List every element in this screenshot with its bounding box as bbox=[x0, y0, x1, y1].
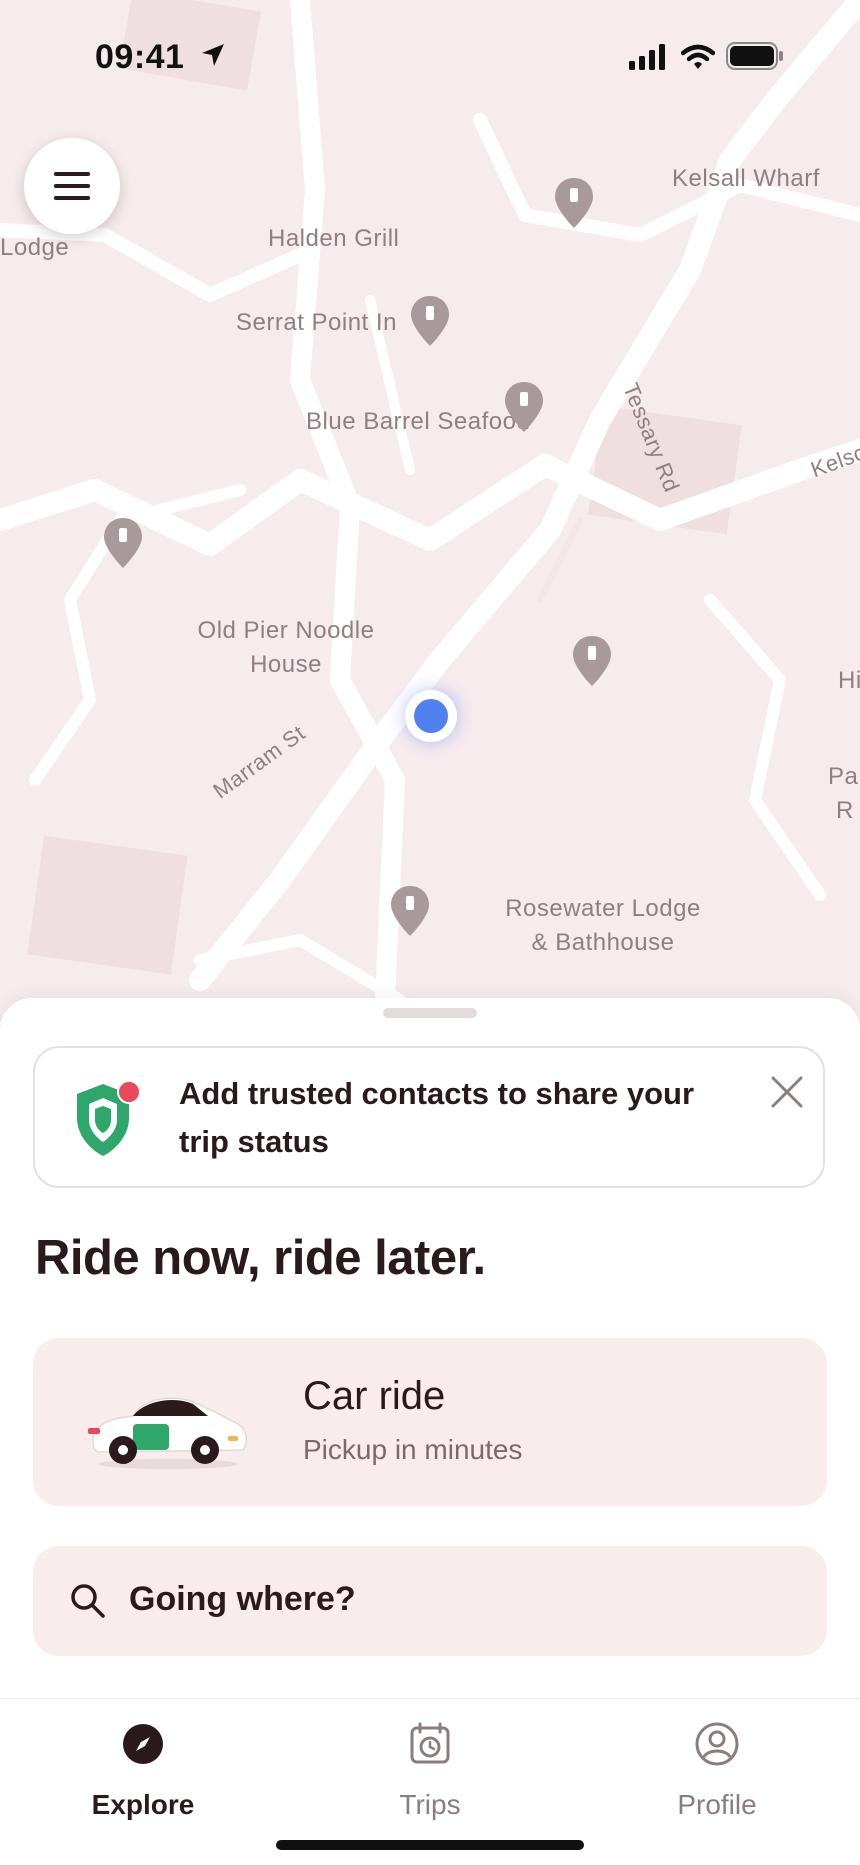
destination-search[interactable]: Going where? bbox=[33, 1546, 827, 1656]
car-ride-option[interactable]: Car ride Pickup in minutes bbox=[33, 1338, 827, 1506]
map-label-old-pier-line1: Old Pier Noodle bbox=[197, 617, 375, 644]
map-pin-icon[interactable] bbox=[389, 884, 431, 938]
wifi-icon bbox=[681, 44, 715, 69]
home-indicator bbox=[276, 1840, 584, 1850]
map-pin-icon[interactable] bbox=[571, 634, 613, 688]
search-label: Going where? bbox=[129, 1580, 356, 1618]
location-arrow-icon bbox=[202, 44, 224, 66]
trusted-contacts-banner[interactable]: Add trusted contacts to share your trip … bbox=[33, 1046, 825, 1188]
battery-icon bbox=[726, 42, 783, 70]
sheet-drag-handle[interactable] bbox=[383, 1008, 477, 1018]
map-pin-icon[interactable] bbox=[553, 176, 595, 230]
compass-icon bbox=[123, 1724, 163, 1764]
car-ride-title: Car ride bbox=[303, 1374, 446, 1418]
status-time: 09:41 bbox=[95, 38, 185, 76]
car-icon bbox=[88, 1397, 248, 1469]
tab-explore[interactable]: Explore bbox=[0, 1699, 286, 1829]
map-pin-icon[interactable] bbox=[102, 516, 144, 570]
status-bar: 09:41 bbox=[0, 0, 860, 110]
map[interactable]: Kelsall Wharf Lodge Halden Grill Serrat … bbox=[0, 0, 860, 1020]
map-label-lodge: Lodge bbox=[0, 234, 70, 261]
tab-profile-label: Profile bbox=[677, 1789, 757, 1820]
headline: Ride now, ride later. bbox=[35, 1231, 486, 1285]
tab-profile[interactable]: Profile bbox=[574, 1699, 860, 1829]
bottom-sheet: Add trusted contacts to share your trip … bbox=[0, 998, 860, 1698]
map-roads bbox=[0, 0, 860, 1010]
shield-icon bbox=[77, 1080, 141, 1156]
tab-explore-label: Explore bbox=[91, 1789, 195, 1820]
car-ride-subtitle: Pickup in minutes bbox=[303, 1434, 523, 1465]
map-label-blue-barrel: Blue Barrel Seafood bbox=[306, 408, 531, 435]
map-pin-icon[interactable] bbox=[503, 380, 545, 434]
map-label-rosewater-line1: Rosewater Lodge bbox=[505, 895, 701, 922]
map-label-serrat-point: Serrat Point In bbox=[236, 309, 397, 336]
map-label-pa: Pa bbox=[828, 763, 859, 790]
map-pin-icon[interactable] bbox=[409, 294, 451, 348]
map-label-old-pier-line2: House bbox=[250, 651, 322, 678]
calendar-clock-icon bbox=[410, 1722, 450, 1764]
tab-trips-label: Trips bbox=[399, 1789, 461, 1820]
profile-icon bbox=[695, 1722, 739, 1766]
map-label-rosewater-line2: & Bathhouse bbox=[531, 929, 675, 956]
map-label-kelsall-wharf: Kelsall Wharf bbox=[672, 165, 820, 192]
hamburger-icon bbox=[54, 172, 90, 200]
search-icon bbox=[71, 1584, 105, 1618]
map-label-hi: Hi bbox=[838, 667, 860, 694]
current-location-dot bbox=[405, 690, 457, 742]
menu-button[interactable] bbox=[24, 138, 120, 234]
cellular-signal-icon bbox=[629, 44, 665, 70]
banner-text: Add trusted contacts to share your trip … bbox=[179, 1076, 695, 1159]
map-label-r: R bbox=[836, 797, 854, 824]
close-icon[interactable] bbox=[765, 1070, 809, 1114]
map-label-halden-grill: Halden Grill bbox=[268, 225, 400, 252]
tab-trips[interactable]: Trips bbox=[287, 1699, 573, 1829]
